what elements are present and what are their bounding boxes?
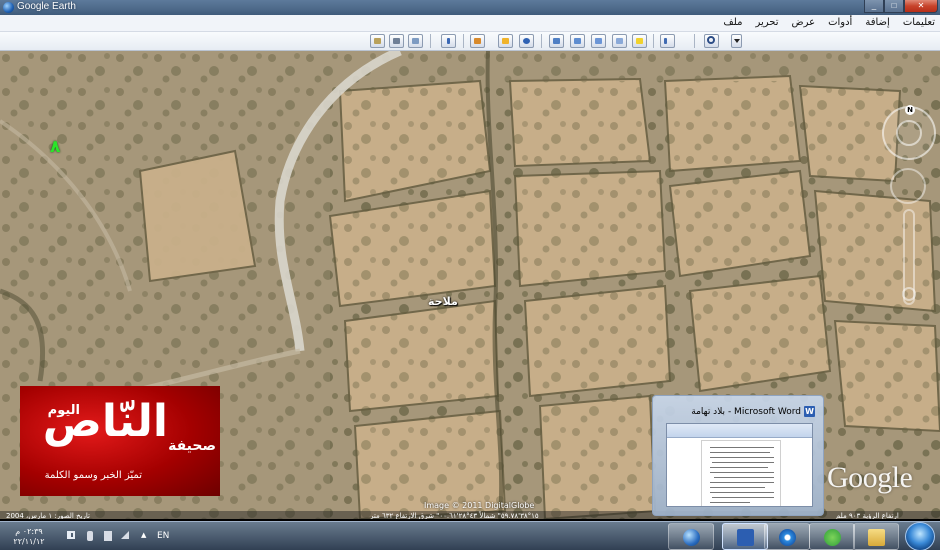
toolbar-separator — [694, 34, 695, 48]
menu-file[interactable]: ملف — [723, 17, 742, 28]
switch-to-sky-icon[interactable] — [470, 34, 485, 48]
battery-icon[interactable] — [87, 531, 93, 541]
menu-tools[interactable]: أدوات — [828, 17, 852, 28]
north-indicator[interactable]: N — [905, 105, 915, 115]
toolbar — [0, 32, 940, 51]
window-title: Google Earth — [17, 1, 76, 12]
flag-icon[interactable] — [104, 531, 112, 541]
logo-word-main: النّاص — [42, 396, 170, 447]
taskbar-internet-explorer[interactable] — [764, 523, 810, 550]
imagery-date: تاريخ الصور: ١ مارس، 2004 — [6, 512, 91, 519]
word-app-icon — [737, 529, 754, 546]
google-logo: Google — [827, 461, 913, 494]
toolbar-separator — [653, 34, 654, 48]
zoom-slider-knob[interactable] — [902, 287, 916, 301]
toolbar-separator — [463, 34, 464, 48]
logo-word-newspaper: صحيفة — [168, 438, 216, 454]
logo-tagline: تميّز الخبر وسمو الكلمة — [44, 470, 142, 481]
eye-altitude: ارتفاع الرؤية ٩٠٣ ملم — [836, 512, 899, 519]
menu-edit[interactable]: تحرير — [755, 17, 778, 28]
image-overlay-icon[interactable] — [570, 34, 585, 48]
print-icon[interactable] — [389, 34, 404, 48]
placemark-icon[interactable] — [632, 34, 647, 48]
toolbar-separator — [430, 34, 431, 48]
taskbar: ٠٢:٣٩ م ٢٢/١١/١٢ ▲ EN — [0, 521, 940, 550]
compass-control[interactable]: N — [882, 105, 936, 160]
taskbar-windows-explorer[interactable] — [853, 523, 899, 550]
coordinates-readout: ١٥°٣٨'٥٩.٧٨" شمالاً ٤٣°٢٨'٠٠.٦١" شرق الا… — [370, 512, 539, 519]
menu-view[interactable]: عرض — [792, 17, 816, 28]
save-image-icon[interactable] — [370, 34, 385, 48]
system-tray: ٠٢:٣٩ م ٢٢/١١/١٢ ▲ EN — [0, 522, 180, 550]
zoom-slider[interactable] — [902, 209, 916, 305]
menu-bar: ملف تحرير عرض أدوات إضافة تعليمات — [0, 15, 940, 32]
google-earth-icon — [683, 529, 700, 546]
move-joystick[interactable] — [890, 168, 926, 204]
record-tour-icon[interactable] — [549, 34, 564, 48]
start-button[interactable] — [905, 522, 935, 550]
word-icon: W — [804, 406, 815, 417]
word-ribbon — [667, 424, 812, 438]
taskbar-google-earth[interactable] — [668, 523, 714, 550]
network-signal-icon[interactable] — [121, 531, 129, 539]
menu-help[interactable]: تعليمات — [903, 17, 935, 28]
ruler-icon[interactable] — [441, 34, 456, 48]
clock-time: ٠٢:٣٩ م — [15, 527, 43, 536]
preview-thumbnail[interactable] — [666, 423, 813, 507]
sunlight-icon[interactable] — [498, 34, 513, 48]
look-ring[interactable] — [896, 120, 922, 146]
folder-icon — [868, 529, 885, 546]
taskbar-microsoft-word[interactable] — [722, 523, 768, 550]
map-hud-number: ٨ — [50, 137, 61, 157]
close-button[interactable]: ✕ — [904, 0, 938, 13]
polygon-icon[interactable] — [612, 34, 627, 48]
google-earth-app-icon — [3, 2, 14, 13]
taskbar-messenger[interactable] — [809, 523, 855, 550]
internet-explorer-icon — [779, 529, 796, 546]
volume-icon[interactable] — [67, 531, 75, 539]
historical-imagery-icon[interactable] — [519, 34, 534, 48]
image-credit: Image © 2011 DigitalGlobe — [424, 501, 535, 510]
messenger-icon — [824, 529, 841, 546]
maximize-button[interactable]: □ — [884, 0, 904, 13]
options-arrow-icon[interactable] — [731, 34, 742, 48]
clock-date: ٢٢/١١/١٢ — [13, 537, 45, 546]
toolbar-separator — [541, 34, 542, 48]
sidebar-icon[interactable] — [660, 34, 675, 48]
window-controls: _ □ ✕ — [864, 0, 938, 13]
preview-title: بلاد تهامة - Microsoft Word — [691, 407, 801, 417]
language-indicator[interactable]: EN — [157, 531, 169, 541]
menu-add[interactable]: إضافة — [865, 17, 889, 28]
minimize-button[interactable]: _ — [864, 0, 884, 13]
placemark-label[interactable]: ملاحة — [428, 295, 458, 308]
newspaper-logo: اليوم النّاص صحيفة تميّز الخبر وسمو الكل… — [20, 386, 220, 496]
path-icon[interactable] — [591, 34, 606, 48]
title-bar: Google Earth _ □ ✕ — [0, 0, 940, 15]
clock[interactable]: ٠٢:٣٩ م ٢٢/١١/١٢ — [4, 527, 54, 547]
document-page — [701, 440, 781, 506]
search-icon[interactable] — [704, 34, 719, 48]
show-hidden-icons[interactable]: ▲ — [141, 531, 150, 541]
word-window-preview[interactable]: بلاد تهامة - Microsoft Word W — [652, 395, 824, 516]
email-icon[interactable] — [408, 34, 423, 48]
